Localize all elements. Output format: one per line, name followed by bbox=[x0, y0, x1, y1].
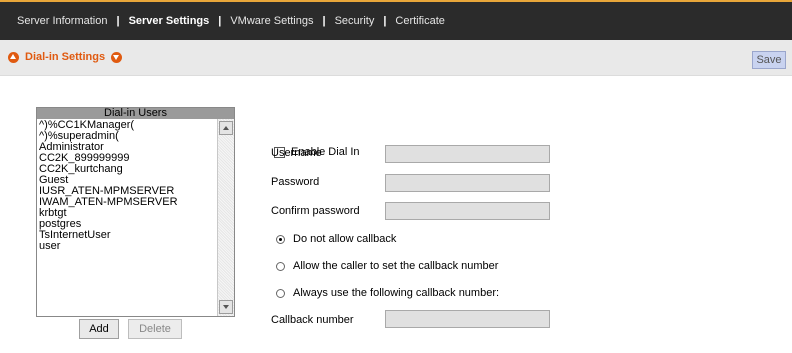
callback-option-fixed[interactable]: Always use the following callback number… bbox=[276, 287, 499, 299]
callback-number-label: Callback number bbox=[271, 314, 354, 326]
radio-label: Always use the following callback number… bbox=[293, 287, 500, 299]
list-item[interactable]: ^)%CC1KManager( bbox=[39, 120, 218, 131]
list-item[interactable]: CC2K_899999999 bbox=[39, 153, 218, 164]
section-header-bar: Dial-in Settings Save bbox=[0, 40, 792, 76]
tab-server-settings[interactable]: Server Settings bbox=[129, 15, 210, 27]
password-field[interactable] bbox=[385, 174, 550, 192]
nav-separator: | bbox=[383, 15, 387, 27]
nav-separator: | bbox=[116, 15, 120, 27]
nav-separator: | bbox=[218, 15, 222, 27]
list-item[interactable]: TsInternetUser bbox=[39, 230, 218, 241]
delete-user-button[interactable]: Delete bbox=[128, 319, 182, 339]
scroll-down-icon[interactable] bbox=[219, 300, 233, 314]
callback-option-none[interactable]: Do not allow callback bbox=[276, 233, 396, 245]
users-scrollbar[interactable] bbox=[217, 119, 234, 316]
section-title: Dial-in Settings bbox=[8, 51, 123, 63]
radio-allow-caller-set-number[interactable] bbox=[276, 261, 285, 271]
callback-number-field[interactable] bbox=[385, 310, 550, 328]
section-title-text: Dial-in Settings bbox=[25, 51, 106, 63]
confirm-password-field[interactable] bbox=[385, 202, 550, 220]
username-label: Username bbox=[271, 147, 322, 159]
list-item[interactable]: IWAM_ATEN-MPMSERVER bbox=[39, 197, 218, 208]
list-item[interactable]: Administrator bbox=[39, 142, 218, 153]
callback-option-caller[interactable]: Allow the caller to set the callback num… bbox=[276, 260, 498, 272]
up-arrow-circle-icon[interactable] bbox=[8, 51, 19, 63]
radio-always-use-number[interactable] bbox=[276, 288, 285, 298]
list-item[interactable]: user bbox=[39, 241, 218, 252]
tab-certificate[interactable]: Certificate bbox=[395, 15, 445, 27]
radio-label: Do not allow callback bbox=[293, 233, 397, 245]
radio-do-not-allow-callback[interactable] bbox=[276, 234, 285, 244]
list-item[interactable]: krbtgt bbox=[39, 208, 218, 219]
dial-in-users-listbox[interactable]: Dial-in Users ^)%CC1KManager( ^)%superad… bbox=[36, 107, 235, 317]
list-item[interactable]: Guest bbox=[39, 175, 218, 186]
nav-separator: | bbox=[322, 15, 326, 27]
password-label: Password bbox=[271, 176, 320, 188]
list-item[interactable]: ^)%superadmin( bbox=[39, 131, 218, 142]
add-user-button[interactable]: Add bbox=[79, 319, 119, 339]
list-item[interactable]: postgres bbox=[39, 219, 218, 230]
scroll-up-icon[interactable] bbox=[219, 121, 233, 135]
users-list: ^)%CC1KManager( ^)%superadmin( Administr… bbox=[37, 119, 218, 316]
down-arrow-circle-icon[interactable] bbox=[111, 51, 123, 63]
save-button[interactable]: Save bbox=[752, 51, 786, 69]
tab-vmware-settings[interactable]: VMware Settings bbox=[230, 15, 313, 27]
radio-label: Allow the caller to set the callback num… bbox=[293, 260, 499, 272]
list-item[interactable]: IUSR_ATEN-MPMSERVER bbox=[39, 186, 218, 197]
tab-security[interactable]: Security bbox=[335, 15, 375, 27]
list-item[interactable]: CC2K_kurtchang bbox=[39, 164, 218, 175]
confirm-password-label: Confirm password bbox=[271, 205, 360, 217]
username-field[interactable] bbox=[385, 145, 550, 163]
top-navigation: Server Information | Server Settings | V… bbox=[0, 0, 792, 40]
dial-in-users-header: Dial-in Users bbox=[37, 108, 234, 119]
tab-server-information[interactable]: Server Information bbox=[17, 15, 107, 27]
